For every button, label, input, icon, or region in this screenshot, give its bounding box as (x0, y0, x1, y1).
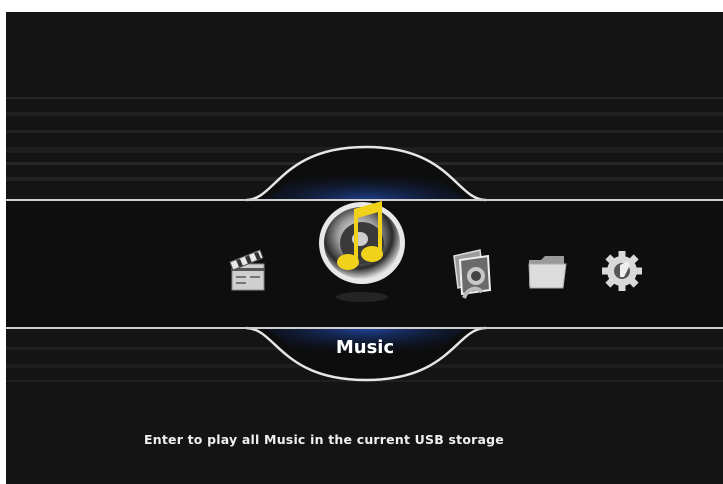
selected-item-label: Music (335, 337, 395, 358)
menu-item-setup[interactable] (600, 248, 644, 294)
media-player-screen: Music Enter to play all Music in the cur… (6, 12, 723, 484)
clapperboard-icon (229, 249, 265, 291)
menu-item-file[interactable] (526, 252, 570, 292)
bottom-rail (6, 327, 723, 329)
gear-icon (602, 251, 642, 291)
menu-item-music[interactable] (316, 199, 408, 303)
menu-item-photo[interactable] (450, 248, 494, 304)
music-note-icon (319, 201, 405, 302)
photo-icon (453, 249, 492, 299)
menu-item-movie[interactable] (226, 244, 270, 296)
status-hint: Enter to play all Music in the current U… (144, 432, 504, 447)
folder-icon (528, 256, 567, 289)
